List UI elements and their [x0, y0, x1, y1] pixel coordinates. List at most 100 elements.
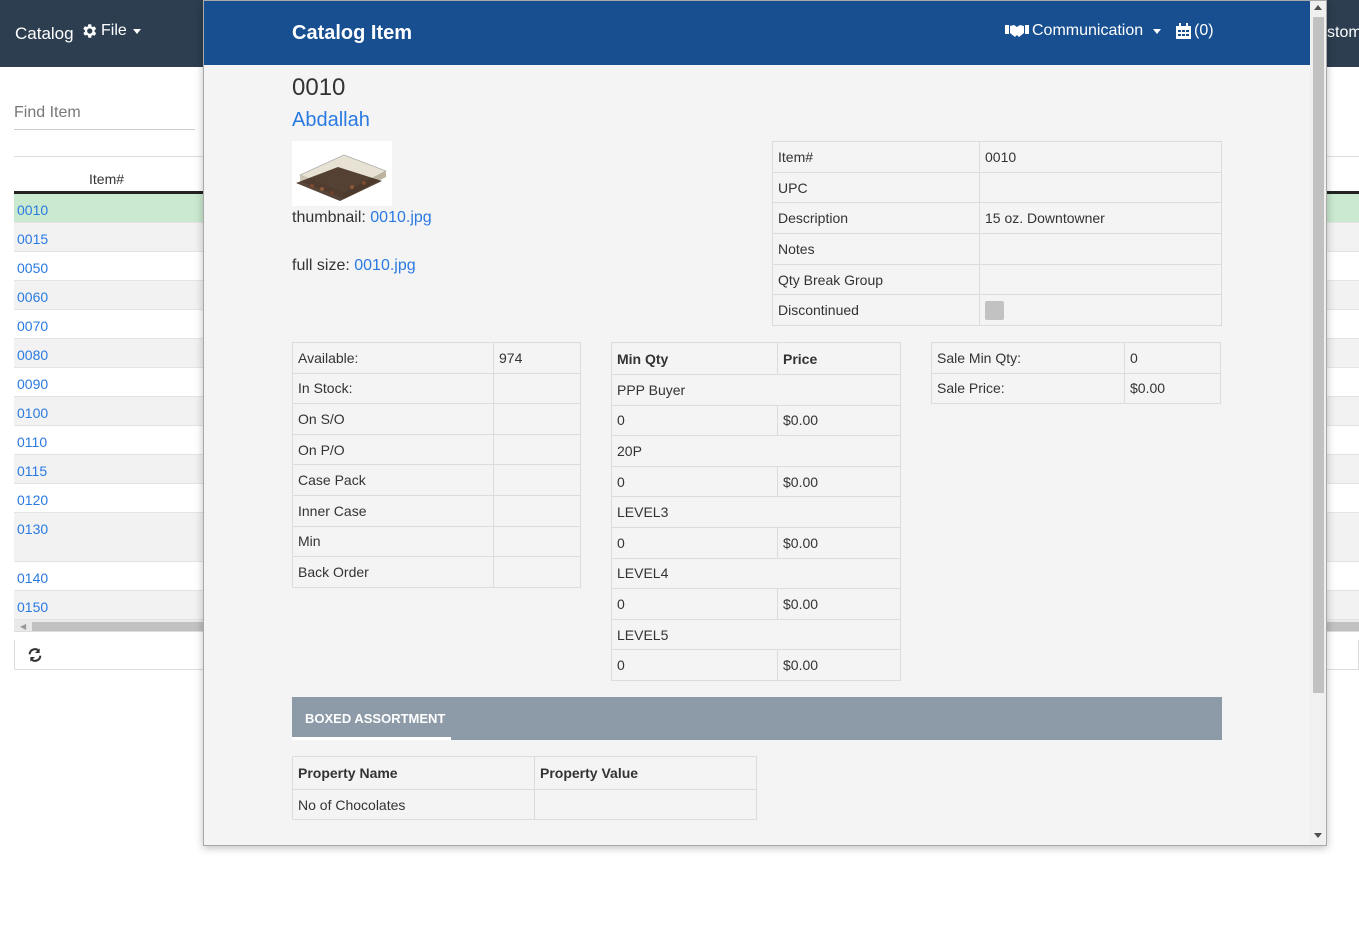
info-value [979, 294, 1222, 327]
table-header-row: Min Qty Price [611, 342, 901, 375]
table-row: Inner Case [292, 494, 581, 527]
sale-table: Sale Min Qty: 0 Sale Price: $0.00 [931, 342, 1221, 404]
thumbnail-label: thumbnail: [292, 209, 366, 226]
info-key: Notes [772, 233, 980, 265]
stock-key: Min [292, 525, 494, 558]
calendar-count: (0) [1194, 22, 1214, 39]
stock-value [493, 372, 581, 405]
column-header-property-name: Property Name [292, 756, 535, 790]
find-item-input[interactable]: Find Item [14, 100, 195, 130]
table-row: Qty Break Group [772, 263, 1222, 296]
column-header-price: Price [777, 342, 901, 375]
stock-value [493, 403, 581, 435]
file-menu-label: File [101, 22, 127, 39]
info-key: Item# [772, 141, 980, 173]
min-qty-cell: 0 [611, 404, 778, 437]
table-row: Notes [772, 233, 1222, 265]
refresh-icon[interactable] [27, 647, 43, 663]
customer-menu-clipped[interactable]: stome [1327, 24, 1359, 42]
item-number-heading: 0010 [292, 74, 346, 101]
stock-value: 974 [493, 342, 581, 374]
price-group-row: PPP Buyer [611, 374, 901, 406]
calendar-icon [1176, 23, 1191, 39]
stock-key: Available: [292, 342, 494, 374]
table-row: 0 $0.00 [611, 526, 901, 559]
table-row: Description 15 oz. Downtowner [772, 202, 1222, 235]
price-cell: $0.00 [777, 526, 901, 559]
stock-value [493, 525, 581, 558]
communication-label: Communication [1032, 22, 1144, 39]
table-row: 0 $0.00 [611, 649, 901, 681]
table-row: Back Order [292, 556, 581, 588]
column-header-item[interactable]: Item# [89, 171, 124, 187]
table-row: UPC [772, 171, 1222, 204]
column-header-property-value: Property Value [534, 756, 757, 790]
fullsize-label: full size: [292, 257, 350, 274]
price-group-name: LEVEL4 [611, 557, 901, 590]
price-group-row: LEVEL4 [611, 557, 901, 590]
stock-value [493, 433, 581, 466]
min-qty-cell: 0 [611, 649, 778, 681]
info-value: 0010 [979, 141, 1222, 173]
modal-header: Catalog Item Communication (0) [204, 1, 1310, 65]
price-group-row: 20P [611, 435, 901, 467]
stock-value [493, 494, 581, 527]
table-row: On P/O [292, 433, 581, 466]
fullsize-line: full size: 0010.jpg [292, 257, 416, 275]
price-cell: $0.00 [777, 588, 901, 620]
stock-key: Case Pack [292, 464, 494, 496]
item-name-link[interactable]: Abdallah [292, 109, 370, 132]
table-row: In Stock: [292, 372, 581, 405]
tab-boxed-assortment[interactable]: BOXED ASSORTMENT [292, 697, 451, 740]
stock-key: On S/O [292, 403, 494, 435]
table-row: No of Chocolates [292, 789, 757, 820]
info-value [979, 233, 1222, 265]
scroll-up-icon[interactable] [1314, 5, 1322, 10]
table-row: Available: 974 [292, 342, 581, 374]
stock-value [493, 556, 581, 588]
info-value [979, 171, 1222, 204]
info-value: 15 oz. Downtowner [979, 202, 1222, 235]
table-row: Min [292, 525, 581, 558]
price-group-row: LEVEL5 [611, 618, 901, 651]
table-row: On S/O [292, 403, 581, 435]
min-qty-cell: 0 [611, 588, 778, 620]
table-row: 0 $0.00 [611, 465, 901, 498]
price-levels-table: Min Qty Price PPP Buyer 0 $0.00 20P 0 $0.0… [611, 342, 901, 681]
tab-bar: BOXED ASSORTMENT [292, 697, 1222, 740]
min-qty-cell: 0 [611, 465, 778, 498]
stock-key: In Stock: [292, 372, 494, 405]
price-cell: $0.00 [777, 649, 901, 681]
scroll-left-icon[interactable]: ◀ [20, 622, 26, 631]
gear-icon [83, 24, 97, 38]
fullsize-file-link[interactable]: 0010.jpg [354, 257, 415, 274]
brand-link[interactable]: Catalog [15, 24, 74, 44]
info-key: Qty Break Group [772, 263, 980, 296]
calendar-button[interactable]: (0) [1176, 22, 1214, 40]
sale-value: 0 [1124, 342, 1221, 374]
sale-value: $0.00 [1124, 372, 1221, 404]
min-qty-cell: 0 [611, 526, 778, 559]
property-value-cell [534, 789, 757, 820]
handshake-icon [1005, 25, 1029, 37]
column-header-min-qty: Min Qty [611, 342, 778, 375]
sale-key: Sale Price: [931, 372, 1125, 404]
table-header-row: Property Name Property Value [292, 756, 757, 790]
discontinued-checkbox[interactable] [985, 300, 1004, 320]
info-key: Description [772, 202, 980, 235]
properties-table: Property Name Property Value No of Choco… [292, 756, 757, 820]
communication-menu[interactable]: Communication [1005, 22, 1162, 40]
modal-title: Catalog Item [292, 22, 413, 44]
file-menu[interactable]: File [80, 22, 141, 40]
stock-value [493, 464, 581, 496]
scroll-down-icon[interactable] [1314, 833, 1322, 838]
chevron-down-icon [1153, 28, 1162, 34]
table-row: Item# 0010 [772, 141, 1222, 173]
price-group-name: 20P [611, 435, 901, 467]
scrollbar-thumb[interactable] [1313, 17, 1324, 693]
thumbnail-file-link[interactable]: 0010.jpg [370, 209, 431, 226]
table-row: Discontinued [772, 294, 1222, 327]
vertical-scrollbar[interactable] [1310, 1, 1326, 845]
product-thumbnail[interactable] [292, 141, 392, 206]
sale-key: Sale Min Qty: [931, 342, 1125, 374]
